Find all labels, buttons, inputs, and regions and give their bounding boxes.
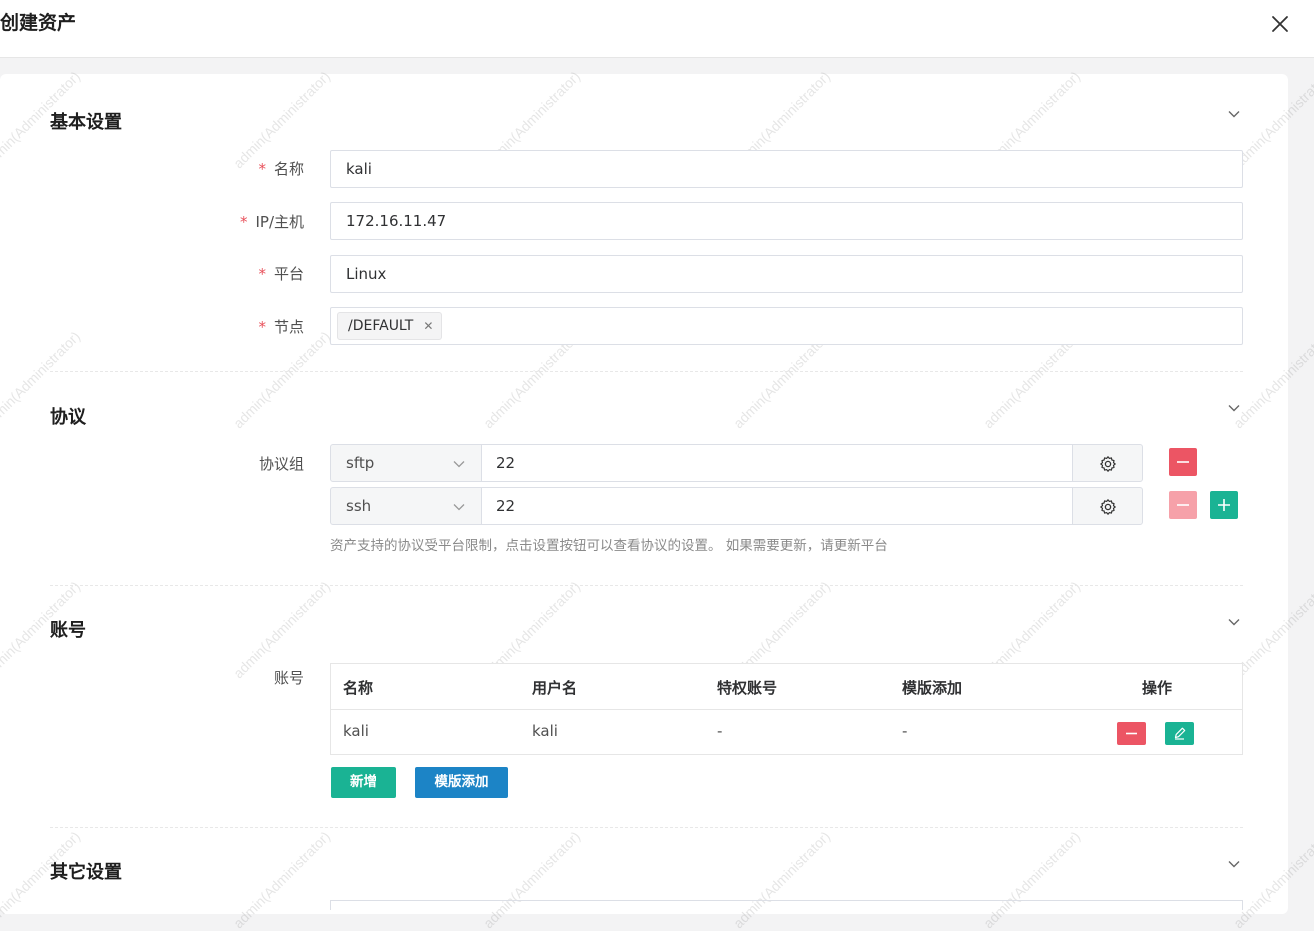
gear-icon [1100,499,1116,515]
section-title-protocol: 协议 [50,407,86,428]
delete-account-button[interactable] [1117,722,1146,745]
node-select[interactable]: /DEFAULT ✕ [330,307,1243,345]
section-divider [50,371,1243,372]
minus-icon [1177,504,1189,506]
protocol-select[interactable]: ssh [330,487,482,525]
add-protocol-button[interactable] [1210,491,1238,519]
tag-close-icon[interactable]: ✕ [423,319,433,333]
protocol-hint: 资产支持的协议受平台限制，点击设置按钮可以查看协议的设置。 如果需要更新，请更新… [330,538,888,554]
template-add-button[interactable]: 模版添加 [415,767,508,798]
port-input[interactable]: 22 [481,444,1073,482]
table-cell: - [717,722,723,740]
node-label: * 节点 [258,318,304,336]
account-table: 名称 用户名 特权账号 模版添加 操作 kali kali - - [330,663,1243,755]
section-title-other: 其它设置 [50,862,122,883]
other-settings-input[interactable] [330,900,1243,910]
chevron-down-icon[interactable] [1226,400,1242,416]
minus-icon [1177,461,1189,463]
ip-input[interactable]: 172.16.11.47 [330,202,1243,240]
close-icon[interactable] [1268,12,1292,36]
ip-label: * IP/主机 [239,213,304,231]
section-divider [50,827,1243,828]
table-cell: kali [532,722,558,740]
table-cell: kali [343,722,369,740]
chevron-down-icon [453,504,465,511]
platform-select[interactable]: Linux [330,255,1243,293]
remove-protocol-button-disabled[interactable] [1169,491,1197,519]
name-input[interactable]: kali [330,150,1243,188]
scrollbar-track[interactable] [1288,58,1314,905]
minus-icon [1126,732,1137,735]
table-cell: - [902,722,908,740]
port-input[interactable]: 22 [481,487,1073,525]
column-header: 用户名 [532,679,578,697]
column-header: 特权账号 [717,679,778,697]
protocol-settings-button[interactable] [1072,487,1143,525]
section-title-basic: 基本设置 [50,112,122,133]
account-label: 账号 [273,669,304,687]
remove-protocol-button[interactable] [1169,448,1197,476]
protocol-group-label: 协议组 [258,455,304,473]
chevron-down-icon [453,461,465,468]
protocol-row: ssh 22 [330,487,1143,525]
protocol-select[interactable]: sftp [330,444,482,482]
section-title-account: 账号 [50,620,86,641]
protocol-row: sftp 22 [330,444,1143,482]
chevron-down-icon[interactable] [1226,106,1242,122]
platform-label: * 平台 [258,265,304,283]
column-header: 模版添加 [902,679,963,697]
section-divider [50,585,1243,586]
chevron-down-icon[interactable] [1226,614,1242,630]
plus-icon [1218,499,1230,511]
column-header: 操作 [1142,679,1173,697]
column-header: 名称 [343,679,374,697]
edit-account-button[interactable] [1165,722,1194,745]
dialog-header: 创建资产 [0,0,1314,58]
protocol-settings-button[interactable] [1072,444,1143,482]
node-tag: /DEFAULT ✕ [337,312,443,340]
name-label: * 名称 [258,160,304,178]
row-divider [331,709,1242,710]
add-account-button[interactable]: 新增 [331,767,396,798]
dialog-title: 创建资产 [0,12,77,34]
edit-icon [1174,727,1186,740]
gear-icon [1100,456,1116,472]
chevron-down-icon[interactable] [1226,856,1242,872]
